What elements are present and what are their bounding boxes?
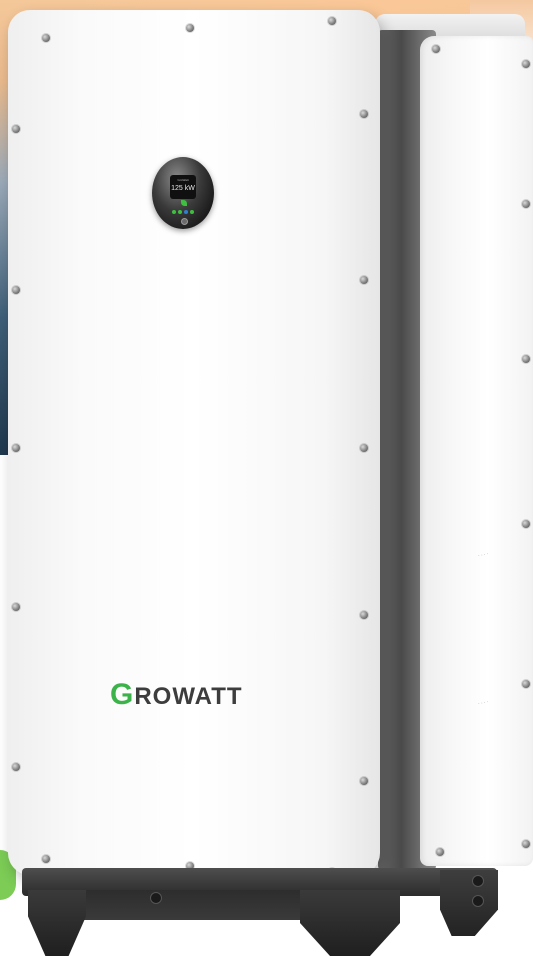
screw bbox=[12, 444, 20, 452]
screw bbox=[522, 200, 530, 208]
screw bbox=[522, 60, 530, 68]
status-led bbox=[178, 210, 182, 214]
screw bbox=[360, 276, 368, 284]
side-panel bbox=[420, 36, 533, 866]
leaf-icon bbox=[181, 200, 187, 206]
brand-logo: GROWATT bbox=[110, 678, 270, 711]
screw bbox=[360, 110, 368, 118]
screw bbox=[12, 286, 20, 294]
button-icon[interactable] bbox=[181, 218, 188, 225]
screw bbox=[186, 24, 194, 32]
stand-bolt bbox=[472, 895, 484, 907]
status-led bbox=[190, 210, 194, 214]
screw bbox=[42, 855, 50, 863]
front-panel bbox=[8, 10, 380, 875]
brand-logo-text: ROWATT bbox=[134, 683, 243, 710]
screw bbox=[436, 848, 444, 856]
display-value: 125 kW bbox=[171, 185, 195, 192]
stand-front bbox=[60, 890, 320, 920]
screw bbox=[360, 777, 368, 785]
status-led bbox=[172, 210, 176, 214]
screw bbox=[12, 125, 20, 133]
screw bbox=[522, 520, 530, 528]
screw bbox=[328, 17, 336, 25]
display-brand: GroWatt bbox=[177, 178, 189, 182]
screw bbox=[360, 611, 368, 619]
product-photo: · · · · · · · · GroWatt 125 kW GROWATT bbox=[0, 0, 533, 956]
screw bbox=[12, 603, 20, 611]
screw bbox=[360, 444, 368, 452]
screw bbox=[522, 680, 530, 688]
screw bbox=[522, 355, 530, 363]
brand-logo-g: G bbox=[110, 678, 135, 711]
screw bbox=[12, 763, 20, 771]
status-led bbox=[184, 210, 188, 214]
screw bbox=[42, 34, 50, 42]
stand-bolt bbox=[150, 892, 162, 904]
stand-bolt bbox=[472, 875, 484, 887]
screw bbox=[522, 840, 530, 848]
screw bbox=[432, 45, 440, 53]
